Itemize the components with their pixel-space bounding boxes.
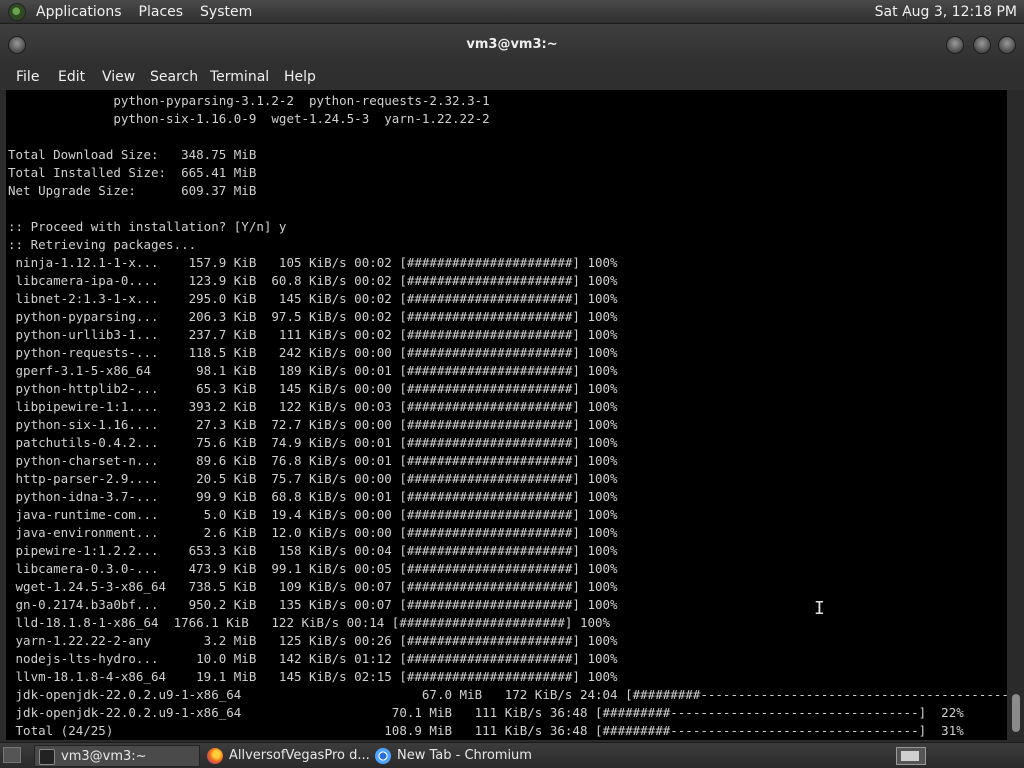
applications-logo-icon[interactable] <box>8 2 26 21</box>
menu-edit[interactable]: Edit <box>58 66 85 88</box>
terminal-line: :: Proceed with installation? [Y/n] y <box>8 219 287 234</box>
terminal-line: gperf-3.1-5-x86_64 98.1 KiB 189 KiB/s 00… <box>8 363 618 378</box>
menubar: File Edit View Search Terminal Help <box>0 66 1024 90</box>
terminal-icon <box>39 749 55 765</box>
task-label: AllversofVegasPro d... <box>229 748 370 763</box>
terminal-line: java-environment... 2.6 KiB 12.0 KiB/s 0… <box>8 525 618 540</box>
terminal-line: :: Retrieving packages... <box>8 237 197 252</box>
terminal-line: jdk-openjdk-22.0.2.u9-1-x86_64 70.1 MiB … <box>8 705 964 720</box>
window-titlebar[interactable]: vm3@vm3:~ <box>0 24 1024 66</box>
terminal-line: libnet-2:1.3-1-x... 295.0 KiB 145 KiB/s … <box>8 291 618 306</box>
chromium-icon <box>375 748 391 764</box>
terminal-output[interactable]: python-pyparsing-3.1.2-2 python-requests… <box>6 90 1007 740</box>
terminal-line: python-httplib2-... 65.3 KiB 145 KiB/s 0… <box>8 381 618 396</box>
terminal-line: libcamera-ipa-0.... 123.9 KiB 60.8 KiB/s… <box>8 273 618 288</box>
terminal-text: python-pyparsing-3.1.2-2 python-requests… <box>8 92 1007 740</box>
terminal-line: Total Download Size: 348.75 MiB <box>8 147 257 162</box>
terminal-line: patchutils-0.4.2... 75.6 KiB 74.9 KiB/s … <box>8 435 618 450</box>
system-menu[interactable]: System <box>196 0 256 24</box>
places-menu[interactable]: Places <box>135 0 188 24</box>
terminal-line: http-parser-2.9.... 20.5 KiB 75.7 KiB/s … <box>8 471 618 486</box>
terminal-line: gn-0.2174.b3a0bf... 950.2 KiB 135 KiB/s … <box>8 597 618 612</box>
maximize-icon[interactable] <box>973 36 991 54</box>
terminal-line: llvm-18.1.8-4-x86_64 19.1 MiB 145 KiB/s … <box>8 669 618 684</box>
menu-help[interactable]: Help <box>284 66 316 88</box>
applications-menu[interactable]: Applications <box>32 0 126 24</box>
terminal-line: libcamera-0.3.0-... 473.9 KiB 99.1 KiB/s… <box>8 561 618 576</box>
terminal-line: python-six-1.16.... 27.3 KiB 72.7 KiB/s … <box>8 417 618 432</box>
terminal-line: java-runtime-com... 5.0 KiB 19.4 KiB/s 0… <box>8 507 618 522</box>
terminal-line: python-six-1.16.0-9 wget-1.24.5-3 yarn-1… <box>8 111 490 126</box>
scrollbar[interactable] <box>1009 90 1023 740</box>
menu-terminal[interactable]: Terminal <box>210 66 269 88</box>
terminal-line: jdk-openjdk-22.0.2.u9-1-x86_64 67.0 MiB … <box>8 687 1007 702</box>
scrollbar-thumb[interactable] <box>1012 694 1020 732</box>
terminal-line: pipewire-1:1.2.2... 653.3 KiB 158 KiB/s … <box>8 543 618 558</box>
terminal-line: yarn-1.22.22-2-any 3.2 MiB 125 KiB/s 00:… <box>8 633 618 648</box>
workspace-switcher[interactable] <box>896 747 926 765</box>
terminal-window: vm3@vm3:~ File Edit View Search Terminal… <box>0 24 1024 742</box>
clock[interactable]: Sat Aug 3, 12:18 PM <box>875 0 1017 24</box>
terminal-line: python-requests-... 118.5 KiB 242 KiB/s … <box>8 345 618 360</box>
terminal-line: Total Installed Size: 665.41 MiB <box>8 165 257 180</box>
show-desktop-icon[interactable] <box>3 747 21 763</box>
terminal-line: python-pyparsing-3.1.2-2 python-requests… <box>8 93 490 108</box>
terminal-line: ninja-1.12.1-1-x... 157.9 KiB 105 KiB/s … <box>8 255 618 270</box>
terminal-line: Total (24/25) 108.9 MiB 111 KiB/s 36:48 … <box>8 723 964 738</box>
terminal-line: nodejs-lts-hydro... 10.0 MiB 142 KiB/s 0… <box>8 651 618 666</box>
task-label: New Tab - Chromium <box>397 748 532 763</box>
terminal-line: libpipewire-1:1.... 393.2 KiB 122 KiB/s … <box>8 399 618 414</box>
ibeam-cursor-icon: I <box>814 598 825 619</box>
window-title: vm3@vm3:~ <box>466 37 558 52</box>
task-label: vm3@vm3:~ <box>61 749 147 764</box>
terminal-line: python-idna-3.7-... 99.9 KiB 68.8 KiB/s … <box>8 489 618 504</box>
terminal-line: python-charset-n... 89.6 KiB 76.8 KiB/s … <box>8 453 618 468</box>
task-chromium[interactable]: New Tab - Chromium <box>371 745 539 767</box>
menu-view[interactable]: View <box>102 66 135 88</box>
terminal-line: lld-18.1.8-1-x86_64 1766.1 KiB 122 KiB/s… <box>8 615 611 630</box>
top-panel: Applications Places System Sat Aug 3, 12… <box>0 0 1024 24</box>
terminal-line: wget-1.24.5-3-x86_64 738.5 KiB 109 KiB/s… <box>8 579 618 594</box>
terminal-line: python-urllib3-1... 237.7 KiB 111 KiB/s … <box>8 327 618 342</box>
menu-search[interactable]: Search <box>150 66 198 88</box>
task-terminal[interactable]: vm3@vm3:~ <box>34 745 200 767</box>
task-firefox[interactable]: AllversofVegasPro d... <box>203 745 371 767</box>
terminal-line: Net Upgrade Size: 609.37 MiB <box>8 183 257 198</box>
terminal-line: python-pyparsing... 206.3 KiB 97.5 KiB/s… <box>8 309 618 324</box>
firefox-icon <box>207 748 223 764</box>
minimize-icon[interactable] <box>946 36 964 54</box>
menu-file[interactable]: File <box>16 66 39 88</box>
close-icon[interactable] <box>998 36 1016 54</box>
bottom-taskbar: vm3@vm3:~ AllversofVegasPro d... New Tab… <box>0 742 1024 768</box>
